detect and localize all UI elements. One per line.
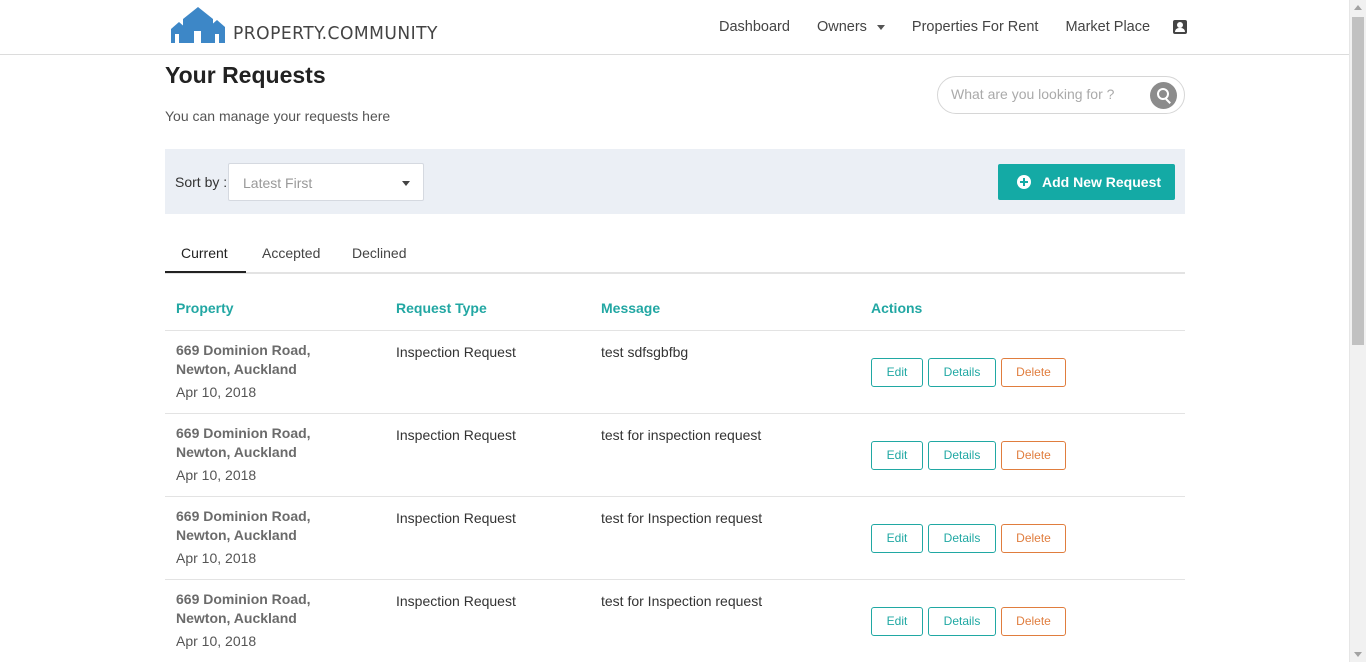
active-tab-indicator	[165, 271, 246, 273]
row-request-type: Inspection Request	[396, 427, 516, 443]
house-logo-icon	[171, 7, 225, 43]
column-header-actions: Actions	[871, 300, 923, 316]
row-date: Apr 10, 2018	[176, 633, 257, 649]
delete-button[interactable]: Delete	[1001, 607, 1066, 636]
sort-select[interactable]: Latest First	[228, 163, 424, 201]
page-subtitle: You can manage your requests here	[165, 108, 391, 124]
table-header: Property Request Type Message Actions	[165, 290, 1185, 331]
details-button[interactable]: Details	[928, 607, 996, 636]
column-header-property: Property	[176, 300, 234, 316]
table-row: 669 Dominion Road, Newton, Auckland Apr …	[165, 331, 1185, 414]
nav-market-place[interactable]: Market Place	[1065, 17, 1150, 37]
top-navbar: PROPERTY.COMMUNITY Dashboard Owners Prop…	[0, 0, 1349, 55]
edit-button[interactable]: Edit	[871, 524, 923, 553]
row-request-type: Inspection Request	[396, 510, 516, 526]
row-property: 669 Dominion Road, Newton, Auckland	[176, 591, 311, 626]
row-request-type: Inspection Request	[396, 344, 516, 360]
add-new-request-label: Add New Request	[1042, 174, 1162, 190]
table-row: 669 Dominion Road, Newton, Auckland Apr …	[165, 414, 1185, 497]
nav-properties-for-rent[interactable]: Properties For Rent	[912, 17, 1039, 37]
table-row: 669 Dominion Road, Newton, Auckland Apr …	[165, 580, 1185, 662]
row-date: Apr 10, 2018	[176, 550, 257, 566]
details-button[interactable]: Details	[928, 358, 996, 387]
row-date: Apr 10, 2018	[176, 384, 257, 400]
plus-circle-icon	[1017, 175, 1031, 189]
row-property: 669 Dominion Road, Newton, Auckland	[176, 342, 311, 377]
brand-name: PROPERTY.COMMUNITY	[233, 23, 438, 44]
details-button[interactable]: Details	[928, 524, 996, 553]
row-message: test for Inspection request	[601, 510, 763, 526]
row-message: test for Inspection request	[601, 593, 763, 609]
edit-button[interactable]: Edit	[871, 441, 923, 470]
column-header-message: Message	[601, 300, 661, 316]
edit-button[interactable]: Edit	[871, 358, 923, 387]
account-box-icon[interactable]	[1173, 20, 1188, 34]
row-property: 669 Dominion Road, Newton, Auckland	[176, 508, 311, 543]
scroll-down-icon[interactable]	[1354, 652, 1362, 657]
row-date: Apr 10, 2018	[176, 467, 257, 483]
page-scrollbar[interactable]	[1349, 0, 1366, 662]
delete-button[interactable]: Delete	[1001, 358, 1066, 387]
add-new-request-button[interactable]: Add New Request	[998, 164, 1175, 200]
nav-owners[interactable]: Owners	[817, 17, 885, 37]
caret-down-icon	[876, 24, 885, 30]
column-header-request-type: Request Type	[396, 300, 487, 316]
scroll-up-icon[interactable]	[1354, 5, 1362, 10]
search-input[interactable]	[951, 86, 1141, 102]
delete-button[interactable]: Delete	[1001, 524, 1066, 553]
details-button[interactable]: Details	[928, 441, 996, 470]
table-row: 669 Dominion Road, Newton, Auckland Apr …	[165, 497, 1185, 580]
brand-logo[interactable]: PROPERTY.COMMUNITY	[169, 5, 449, 45]
tab-declined[interactable]: Declined	[352, 245, 406, 261]
row-message: test for inspection request	[601, 427, 762, 443]
search-box	[937, 76, 1185, 114]
row-request-type: Inspection Request	[396, 593, 516, 609]
sort-toolbar: Sort by : Latest First Add New Request	[165, 149, 1185, 214]
search-icon[interactable]	[1150, 82, 1177, 109]
tab-accepted[interactable]: Accepted	[262, 245, 320, 261]
caret-down-icon	[402, 181, 410, 186]
request-tabs: Current Accepted Declined	[165, 234, 1185, 274]
page-title: Your Requests	[165, 62, 326, 88]
sort-label: Sort by :	[175, 174, 228, 190]
row-property: 669 Dominion Road, Newton, Auckland	[176, 425, 311, 460]
delete-button[interactable]: Delete	[1001, 441, 1066, 470]
scrollbar-thumb[interactable]	[1352, 17, 1364, 345]
tab-current[interactable]: Current	[181, 245, 228, 261]
main-nav: Dashboard Owners Properties For Rent Mar…	[719, 17, 1188, 37]
row-message: test sdfsgbfbg	[601, 344, 689, 360]
sort-selected-value: Latest First	[243, 175, 313, 191]
nav-owners-label: Owners	[816, 19, 867, 35]
nav-dashboard[interactable]: Dashboard	[719, 17, 790, 37]
edit-button[interactable]: Edit	[871, 607, 923, 636]
